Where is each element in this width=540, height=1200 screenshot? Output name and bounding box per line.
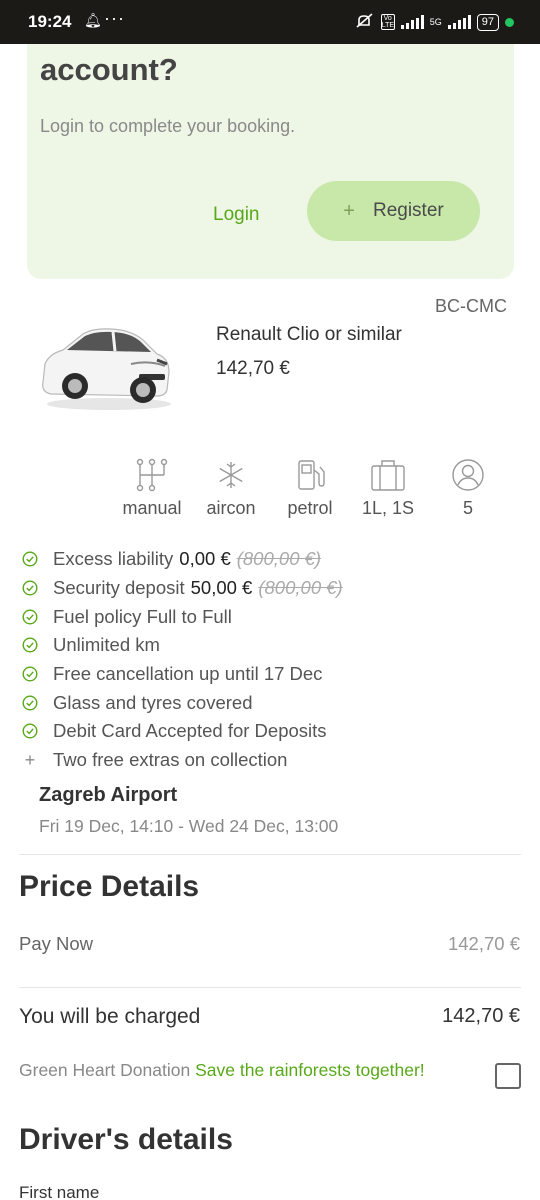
- login-card: account? Login to complete your booking.…: [27, 44, 514, 279]
- login-card-title: account?: [40, 52, 178, 87]
- inclusion-value: 50,00 €: [190, 577, 253, 599]
- plus-icon: +: [343, 199, 355, 222]
- gearbox-icon: [136, 458, 168, 492]
- inclusion-value: 0,00 €: [179, 548, 231, 570]
- car-name: Renault Clio or similar: [216, 324, 402, 345]
- list-item: Debit Card Accepted for Deposits: [22, 717, 522, 746]
- fuel-pump-icon: [298, 460, 325, 490]
- list-item: Fuel policy Full to Full: [22, 602, 522, 631]
- list-item: Excess liability 0,00 € (800,00 €): [22, 545, 522, 574]
- mute-icon: [355, 12, 375, 32]
- person-icon: [452, 459, 484, 491]
- donation-label: Green Heart Donation: [19, 1060, 191, 1080]
- inclusion-text: Two free extras on collection: [53, 749, 288, 771]
- register-button[interactable]: + Register: [307, 181, 480, 241]
- luggage-icon: [371, 460, 405, 491]
- login-link[interactable]: Login: [213, 204, 260, 226]
- list-item: Unlimited km: [22, 631, 522, 660]
- list-item[interactable]: + Two free extras on collection: [22, 746, 522, 775]
- inclusion-old-value: (800,00 €): [258, 577, 343, 599]
- feature-label: 1L, 1S: [361, 498, 415, 518]
- divider: [19, 987, 521, 988]
- check-circle-icon: [22, 637, 38, 653]
- check-circle-icon: [22, 723, 38, 739]
- plus-icon: +: [24, 749, 36, 770]
- car-price: 142,70 €: [216, 358, 290, 379]
- inclusion-old-value: (800,00 €): [236, 548, 322, 570]
- feature-seats: 5: [423, 458, 513, 519]
- signal-icon: [400, 15, 424, 29]
- pay-now-value: 142,70 €: [447, 933, 520, 954]
- more-icon: ···: [104, 8, 125, 28]
- network-5g-label: 5G: [429, 17, 442, 27]
- inclusions-list: Excess liability 0,00 € (800,00 €) Secur…: [22, 545, 522, 775]
- status-bar: 19:24 🔔︎ ··· Vo LTE 5G 97: [0, 0, 540, 44]
- pay-now-label: Pay Now: [19, 933, 94, 954]
- login-card-subtitle: Login to complete your booking.: [40, 116, 296, 136]
- status-time: 19:24: [28, 12, 72, 31]
- inclusion-text: Excess liability: [53, 548, 174, 570]
- feature-luggage: 1L, 1S: [343, 458, 433, 519]
- feature-label: 5: [462, 498, 473, 518]
- charged-value: 142,70 €: [442, 1005, 520, 1027]
- inclusion-text: Unlimited km: [53, 634, 160, 656]
- inclusion-text: Debit Card Accepted for Deposits: [53, 720, 327, 742]
- feature-label: manual: [122, 498, 182, 518]
- signal-5g-icon: [447, 15, 471, 29]
- check-circle-icon: [22, 580, 38, 596]
- snowflake-icon: [219, 462, 243, 488]
- list-item: Free cancellation up until 17 Dec: [22, 660, 522, 689]
- feature-label: petrol: [287, 498, 333, 518]
- first-name-label: First name: [19, 1183, 100, 1200]
- status-icons: Vo LTE 5G 97: [355, 12, 514, 32]
- list-item: Security deposit 50,00 € (800,00 €): [22, 574, 522, 603]
- check-circle-icon: [22, 666, 38, 682]
- volte-label: Vo LTE: [380, 14, 395, 30]
- check-circle-icon: [22, 695, 38, 711]
- register-label: Register: [372, 200, 444, 221]
- drivers-details-heading: Driver's details: [19, 1123, 233, 1156]
- privacy-dot-icon: [505, 17, 514, 27]
- bell-icon: 🔔︎: [84, 12, 102, 28]
- rental-dates: Fri 19 Dec, 14:10 - Wed 24 Dec, 13:00: [39, 816, 339, 836]
- check-circle-icon: [22, 551, 38, 567]
- inclusion-text: Free cancellation up until 17 Dec: [53, 663, 323, 685]
- inclusion-text: Security deposit: [53, 577, 185, 599]
- donation-checkbox[interactable]: [495, 1063, 521, 1089]
- feature-aircon: aircon: [186, 458, 276, 519]
- price-details-heading: Price Details: [19, 870, 200, 903]
- pickup-location: Zagreb Airport: [39, 784, 178, 806]
- white-hatchback-car-image: [31, 294, 183, 442]
- inclusion-text: Fuel policy Full to Full: [53, 605, 232, 627]
- feature-transmission: manual: [107, 458, 197, 519]
- battery-icon: 97: [476, 13, 499, 31]
- donation-link[interactable]: Save the rainforests together!: [195, 1060, 425, 1080]
- inclusion-text: Glass and tyres covered: [53, 691, 253, 713]
- check-circle-icon: [22, 609, 38, 625]
- feature-label: aircon: [206, 498, 256, 518]
- divider: [19, 854, 521, 855]
- car-code: BC-CMC: [435, 296, 507, 316]
- charged-label: You will be charged: [19, 1005, 201, 1028]
- donation-row: Green Heart Donation Save the rainforest…: [19, 1060, 425, 1081]
- feature-fuel: petrol: [265, 458, 355, 519]
- list-item: Glass and tyres covered: [22, 688, 522, 717]
